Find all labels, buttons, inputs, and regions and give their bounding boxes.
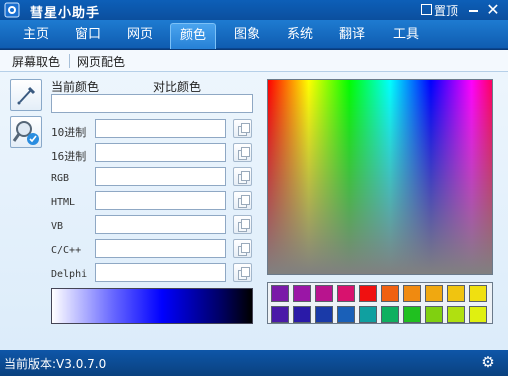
main-tabs: 主页 窗口 网页 颜色 图象 系统 翻译 工具 (0, 20, 508, 49)
html-field[interactable] (95, 191, 226, 210)
color-swatch[interactable] (447, 285, 465, 302)
vb-field[interactable] (95, 215, 226, 234)
tab-home[interactable]: 主页 (14, 23, 58, 49)
hex-field[interactable] (95, 143, 226, 162)
magnifier-button[interactable] (10, 116, 42, 148)
tab-web[interactable]: 网页 (118, 23, 162, 49)
color-swatch[interactable] (337, 306, 355, 323)
field-label-decimal: 10进制 (51, 126, 87, 139)
subtab-web-palette[interactable]: 网页配色 (77, 53, 125, 70)
color-swatch[interactable] (425, 306, 443, 323)
tab-color[interactable]: 颜色 (170, 23, 216, 49)
color-swatch[interactable] (271, 285, 289, 302)
title-bar: 彗星小助手 置顶 ✕ (0, 0, 508, 21)
color-swatch[interactable] (469, 285, 487, 302)
shade-gradient-bar[interactable] (51, 288, 253, 324)
color-swatch[interactable] (381, 285, 399, 302)
spectrum-saturation-layer (268, 80, 492, 274)
color-swatch[interactable] (293, 285, 311, 302)
copy-cpp-button[interactable] (233, 239, 252, 258)
pin-checkbox[interactable] (421, 4, 432, 15)
color-panel: 屏幕取色 网页配色 当前颜色 对比颜色 10进制 16进制 RGB HTML V… (0, 50, 508, 350)
current-color-label: 当前颜色 (51, 80, 100, 94)
copy-vb-button[interactable] (233, 215, 252, 234)
color-swatch[interactable] (403, 306, 421, 323)
swatch-palette (267, 282, 493, 324)
version-text: 当前版本:V3.0.7.0 (4, 357, 107, 371)
rgb-field[interactable] (95, 167, 226, 186)
field-label-hex: 16进制 (51, 150, 87, 163)
color-swatch[interactable] (469, 306, 487, 323)
color-swatch[interactable] (359, 306, 377, 323)
app-logo-icon (4, 2, 20, 18)
cpp-field[interactable] (95, 239, 226, 258)
copy-hex-button[interactable] (233, 143, 252, 162)
color-preview-box (51, 94, 253, 113)
field-label-delphi: Delphi (51, 269, 88, 280)
tab-translate[interactable]: 翻译 (330, 23, 374, 49)
copy-decimal-button[interactable] (233, 119, 252, 138)
sub-tabs: 屏幕取色 网页配色 (0, 50, 508, 72)
tab-window[interactable]: 窗口 (66, 23, 110, 49)
field-label-vb: VB (51, 221, 64, 232)
window-title: 彗星小助手 (30, 6, 101, 21)
copy-html-button[interactable] (233, 191, 252, 210)
status-bar: 当前版本:V3.0.7.0 ⚙ (0, 350, 508, 376)
minimize-button[interactable] (466, 1, 482, 19)
color-swatch[interactable] (293, 306, 311, 323)
color-swatch[interactable] (359, 285, 377, 302)
color-swatch[interactable] (271, 306, 289, 323)
color-swatch[interactable] (381, 306, 399, 323)
color-spectrum[interactable] (267, 79, 493, 275)
compare-color-label: 对比颜色 (153, 80, 202, 94)
color-swatch[interactable] (403, 285, 421, 302)
field-label-rgb: RGB (51, 173, 70, 184)
close-button[interactable]: ✕ (484, 0, 502, 20)
magnifier-icon (12, 121, 39, 145)
color-swatch[interactable] (337, 285, 355, 302)
field-label-html: HTML (51, 197, 76, 208)
decimal-field[interactable] (95, 119, 226, 138)
pin-label[interactable]: 置顶 (434, 2, 458, 19)
tab-image[interactable]: 图象 (224, 23, 270, 49)
color-swatch[interactable] (315, 306, 333, 323)
eyedropper-button[interactable] (10, 79, 42, 111)
color-swatch[interactable] (447, 306, 465, 323)
tab-tools[interactable]: 工具 (384, 23, 428, 49)
eyedropper-icon (17, 86, 36, 105)
subtab-screen-pick[interactable]: 屏幕取色 (12, 53, 60, 70)
copy-delphi-button[interactable] (233, 263, 252, 282)
gear-icon[interactable]: ⚙ (480, 354, 496, 370)
color-swatch[interactable] (315, 285, 333, 302)
color-swatch[interactable] (425, 285, 443, 302)
copy-rgb-button[interactable] (233, 167, 252, 186)
delphi-field[interactable] (95, 263, 226, 282)
subtab-divider (69, 54, 70, 68)
field-label-cpp: C/C++ (51, 245, 82, 256)
tab-system[interactable]: 系统 (278, 23, 322, 49)
